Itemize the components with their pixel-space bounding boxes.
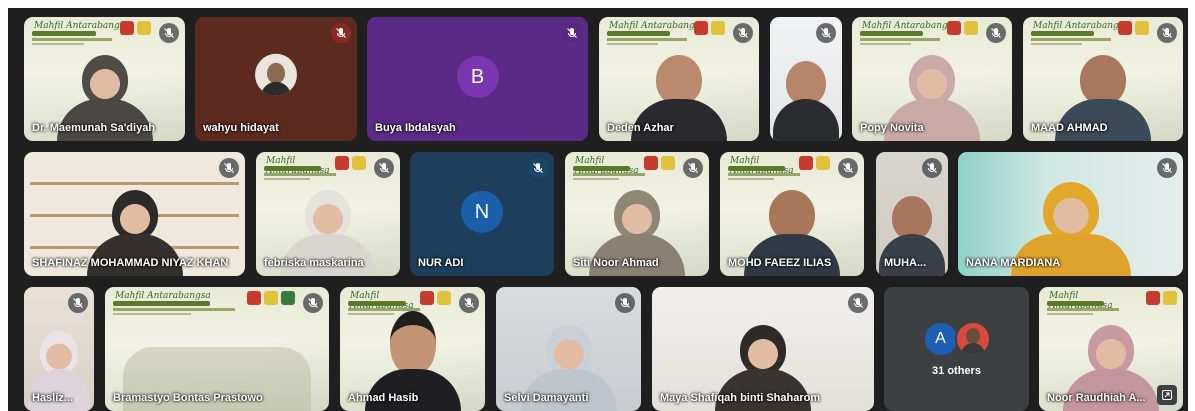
logos [1146, 291, 1177, 307]
others-avatars: A [922, 321, 991, 358]
participant-tile[interactable]: Mahfil Antarabangsa Popy Novita [852, 17, 1012, 141]
participant-tile[interactable]: Selvi Damayanti [496, 287, 641, 411]
participant-name: MAAD AHMAD [1031, 122, 1108, 134]
mic-off-icon [848, 293, 868, 313]
banner-title: Mahfil Antarabangsa [115, 291, 211, 301]
others-count: 31 others [932, 365, 981, 377]
participant-tile[interactable]: Mahfil Antarabangsa febriska maskarina [256, 152, 400, 276]
participant-name: Maya Shafiqah binti Shaharom [660, 392, 821, 404]
meeting-grid: Mahfil Antarabangsa Dr. Maemunah Sa'diya… [8, 8, 1188, 411]
participant-tile[interactable]: Maya Shafiqah binti Shaharom [652, 287, 874, 411]
avatar [954, 321, 991, 358]
participant-name: wahyu hidayat [203, 122, 279, 134]
participant-tile[interactable]: Mahfil Antarabangsa MOHD FAEEZ ILIAS [720, 152, 864, 276]
participant-name: Ahmad Hasib [348, 392, 419, 404]
logos [947, 21, 978, 37]
banner-title: Mahfil Antarabangsa [862, 21, 958, 31]
participant-name: MUHA... [884, 257, 927, 269]
logos [420, 291, 451, 307]
mic-off-icon [922, 158, 942, 178]
participant-name: NANA MARDIANA [966, 257, 1061, 269]
logos [247, 291, 295, 307]
participant-tile[interactable]: Mahfil Antarabangsa MAAD AHMAD [1023, 17, 1183, 141]
mic-off-icon [68, 293, 88, 313]
mic-off-icon [331, 23, 351, 43]
banner-title: Mahfil Antarabangsa [34, 21, 130, 31]
participant-name: SHAFINAZ MOHAMMAD NIYAZ KHAN [32, 257, 229, 269]
avatar: A [922, 321, 959, 358]
mic-off-icon [562, 23, 582, 43]
mic-off-icon [816, 23, 836, 43]
participant-name: febriska maskarina [264, 257, 364, 269]
avatar: N [461, 190, 503, 233]
participant-tile[interactable]: wahyu hidayat [195, 17, 357, 141]
mic-off-icon [374, 158, 394, 178]
logos [335, 156, 366, 172]
participant-name: Dr. Maemunah Sa'diyah [32, 122, 156, 134]
logos [120, 21, 151, 37]
participant-tile[interactable]: Mahfil Antarabangsa Siti Noor Ahmad [565, 152, 709, 276]
mic-off-icon [838, 158, 858, 178]
participant-tile[interactable]: Mahfil Antarabangsa Deden Azhar [599, 17, 759, 141]
mic-off-icon [528, 158, 548, 178]
logos [644, 156, 675, 172]
participant-tile[interactable]: Mahfil Antarabangsa Noor Raudhiah A... [1039, 287, 1183, 411]
participant-tile[interactable]: MUHA... [876, 152, 948, 276]
participant-name: Bramastyo Bontas Prastowo [113, 392, 263, 404]
participant-name: Deden Azhar [607, 122, 674, 134]
mic-off-icon [683, 158, 703, 178]
participant-tile[interactable]: N NUR ADI [410, 152, 554, 276]
participant-name: Hasliz... [32, 392, 73, 404]
participant-tile[interactable]: Mahfil Antarabangsa Bramastyo Bontas Pra… [105, 287, 329, 411]
participant-name: Buya Ibdalsyah [375, 122, 456, 134]
participant-name: Siti Noor Ahmad [573, 257, 659, 269]
participant-tile[interactable]: Mahfil Antarabangsa Dr. Maemunah Sa'diya… [24, 17, 185, 141]
avatar [255, 53, 297, 96]
mic-off-icon [986, 23, 1006, 43]
participant-tile[interactable]: Mahfil Antarabangsa Ahmad Hasib [340, 287, 485, 411]
avatar: B [456, 55, 499, 98]
banner-title: Mahfil Antarabangsa [1033, 21, 1129, 31]
mic-off-icon [303, 293, 323, 313]
participant-name: MOHD FAEEZ ILIAS [728, 257, 832, 269]
mic-off-icon [459, 293, 479, 313]
participant-name: Popy Novita [860, 122, 924, 134]
participant-tile[interactable]: B Buya Ibdalsyah [367, 17, 588, 141]
participant-tile[interactable] [770, 17, 842, 141]
mic-off-icon [219, 158, 239, 178]
participant-tile[interactable]: SHAFINAZ MOHAMMAD NIYAZ KHAN [24, 152, 245, 276]
participant-tile[interactable]: Hasliz... [24, 287, 94, 411]
participant-name: Selvi Damayanti [504, 392, 589, 404]
participant-name: NUR ADI [418, 257, 464, 269]
mic-off-icon [615, 293, 635, 313]
banner-title: Mahfil Antarabangsa [609, 21, 705, 31]
pin-icon[interactable] [1157, 385, 1177, 405]
mic-off-icon [1157, 23, 1177, 43]
logos [799, 156, 830, 172]
mic-off-icon [733, 23, 753, 43]
logos [694, 21, 725, 37]
others-tile[interactable]: A 31 others [884, 287, 1029, 411]
participant-name: Noor Raudhiah A... [1047, 392, 1146, 404]
mic-off-icon [159, 23, 179, 43]
participant-tile[interactable]: NANA MARDIANA [958, 152, 1183, 276]
logos [1118, 21, 1149, 37]
participant-video [773, 61, 839, 141]
mic-off-icon [1157, 158, 1177, 178]
